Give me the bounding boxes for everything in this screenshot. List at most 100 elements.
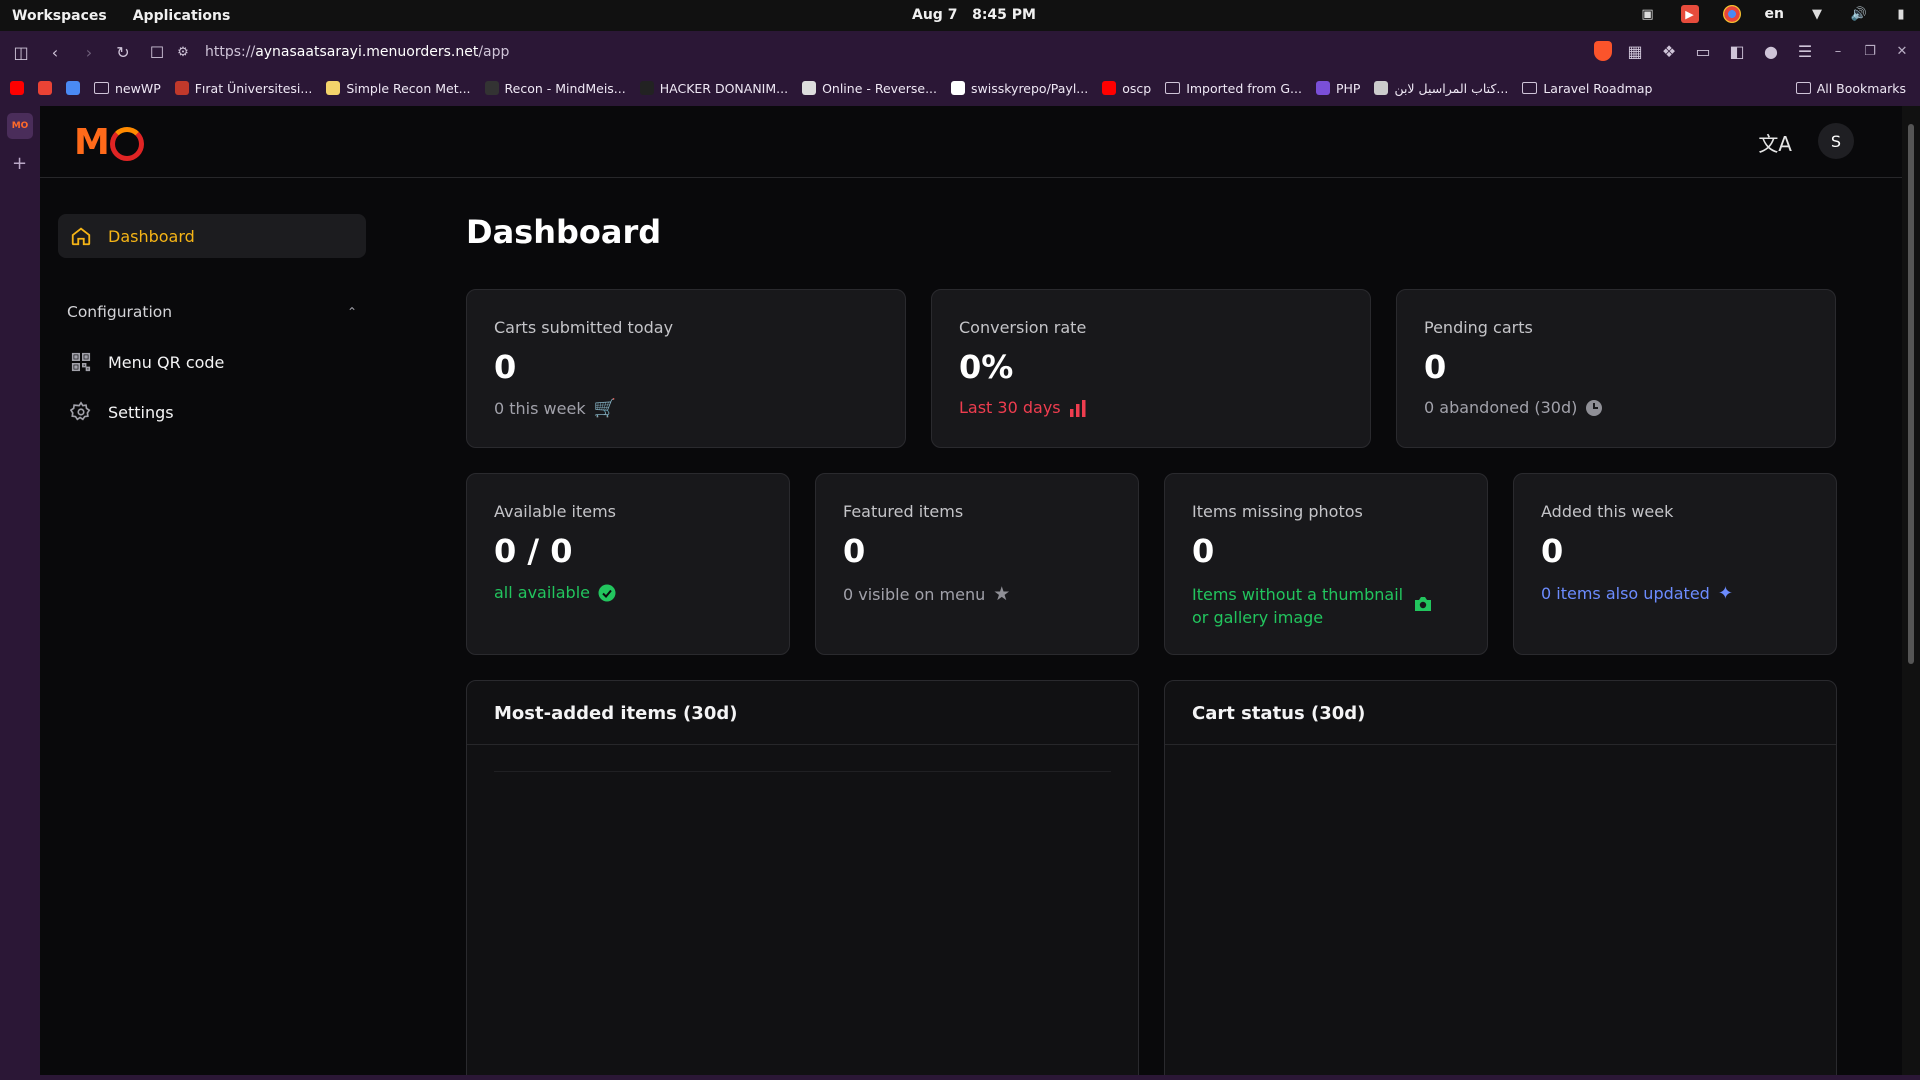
translate-icon[interactable]: 文A — [1758, 128, 1792, 157]
site-settings-icon[interactable]: ⚙ — [172, 41, 194, 63]
stat-card-conversion-rate: Conversion rate 0% Last 30 days — [931, 289, 1371, 448]
empty-table-line — [494, 771, 1111, 772]
stat-value: 0% — [959, 348, 1014, 386]
cart-icon: 🛒 — [593, 398, 617, 419]
section-label: Configuration — [67, 303, 173, 321]
stat-card-missing-photos: Items missing photos 0 Items without a t… — [1164, 473, 1488, 655]
bookmark-item[interactable]: HACKER DONANIM... — [639, 81, 788, 96]
close-icon[interactable]: ✕ — [1892, 44, 1912, 59]
clock[interactable]: Aug 7 8:45 PM — [912, 7, 1036, 23]
bookmark-icon[interactable]: ☐ — [146, 41, 168, 63]
puzzle-icon[interactable]: ❖ — [1658, 40, 1680, 62]
menu-icon[interactable]: ☰ — [1794, 40, 1816, 62]
skull-icon — [802, 81, 817, 95]
bookmark-item[interactable] — [66, 81, 80, 95]
new-tab-icon[interactable]: + — [12, 153, 27, 174]
stat-sub: all available — [494, 583, 616, 602]
minimize-icon[interactable]: – — [1828, 44, 1848, 59]
folder-icon — [1522, 82, 1538, 94]
bookmark-item[interactable]: Fırat Üniversitesi... — [174, 81, 312, 96]
panel-title: Cart status (30d) — [1192, 703, 1366, 724]
address-bar[interactable]: https://aynasaatsarayi.menuorders.net/ap… — [205, 38, 1605, 66]
bookmark-item[interactable]: كتاب المراسيل لابن... — [1374, 81, 1508, 96]
battery-icon[interactable]: ▮ — [1892, 5, 1910, 23]
scrollbar-thumb[interactable] — [1908, 124, 1914, 664]
bookmark-item[interactable]: Simple Recon Met... — [326, 81, 471, 96]
bookmark-item[interactable]: newWP — [94, 81, 161, 96]
bookmark-item[interactable]: Online - Reverse... — [802, 81, 937, 96]
chrome-icon[interactable] — [1722, 5, 1741, 23]
reload-icon[interactable]: ↻ — [112, 41, 134, 63]
bookmark-label: swisskyrepo/Payl... — [971, 80, 1089, 96]
user-avatar[interactable]: S — [1818, 123, 1854, 159]
stat-card-featured-items: Featured items 0 0 visible on menu ★ — [815, 473, 1139, 655]
bookmark-label: Laravel Roadmap — [1543, 80, 1653, 96]
page-scrollbar[interactable] — [1902, 106, 1920, 1075]
stat-sub-text: 0 abandoned (30d) — [1424, 398, 1578, 417]
bookmark-item[interactable]: oscp — [1102, 81, 1151, 96]
stat-value: 0 — [1541, 532, 1564, 570]
sidebar-item-label: Settings — [108, 402, 174, 422]
back-icon[interactable]: ‹ — [44, 41, 66, 63]
panel-title: Most-added items (30d) — [494, 703, 738, 724]
university-icon — [174, 81, 189, 95]
page-icon — [639, 81, 654, 95]
extension-icon[interactable]: ▦ — [1624, 40, 1646, 62]
youtube-icon — [10, 81, 24, 95]
folder-icon — [1165, 82, 1181, 94]
all-bookmarks[interactable]: All Bookmarks — [1795, 80, 1906, 96]
php-icon — [1315, 81, 1330, 95]
bookmark-label: كتاب المراسيل لابن... — [1394, 80, 1509, 96]
sidebar-item-menu-qr-code[interactable]: Menu QR code — [58, 340, 366, 384]
forward-icon[interactable]: › — [78, 41, 100, 63]
bookmark-item[interactable]: Laravel Roadmap — [1522, 81, 1652, 96]
date-text: Aug 7 — [912, 7, 958, 23]
check-circle-icon — [598, 584, 616, 601]
app-logo[interactable]: M — [74, 122, 144, 163]
stat-label: Featured items — [843, 502, 964, 521]
bookmark-item[interactable]: Imported from G... — [1165, 81, 1302, 96]
url-scheme: https:// — [205, 44, 256, 60]
wifi-icon[interactable]: ▼ — [1808, 5, 1826, 23]
stat-sub: 0 this week 🛒 — [494, 398, 616, 419]
bookmark-item[interactable]: PHP — [1315, 80, 1361, 96]
brave-shields-icon[interactable] — [1594, 41, 1612, 61]
restore-icon[interactable]: ❐ — [1860, 44, 1880, 59]
bookmark-label: Online - Reverse... — [822, 80, 938, 96]
tab-menuorders[interactable]: MO — [7, 113, 33, 139]
stat-sub: 0 visible on menu ★ — [843, 583, 1010, 605]
sidebar-toggle-icon[interactable]: ◫ — [10, 41, 32, 63]
volume-icon[interactable]: 🔊 — [1850, 5, 1868, 23]
applications-menu[interactable]: Applications — [133, 8, 231, 24]
bookmark-item[interactable] — [10, 81, 24, 95]
recorder-icon[interactable]: ▶ — [1680, 5, 1699, 23]
section-configuration[interactable]: Configuration ⌃ — [67, 303, 357, 321]
stat-value: 0 — [1424, 348, 1447, 386]
bookmark-label: PHP — [1335, 80, 1361, 96]
sidebar-panel-icon[interactable]: ◧ — [1726, 40, 1748, 62]
sidebar: Dashboard Configuration ⌃ Menu QR code S… — [40, 179, 370, 1075]
bookmark-item[interactable]: swisskyrepo/Payl... — [951, 81, 1088, 96]
home-icon — [71, 227, 91, 246]
github-icon — [951, 81, 966, 95]
keyboard-language[interactable]: en — [1765, 6, 1784, 22]
leo-icon[interactable]: ● — [1760, 40, 1782, 62]
sidebar-item-settings[interactable]: Settings — [58, 390, 366, 434]
screen-icon[interactable]: ▣ — [1639, 5, 1657, 23]
stat-value: 0 — [843, 532, 866, 570]
folder-icon — [94, 82, 109, 94]
page-icon — [326, 81, 341, 95]
web-page: M 文A S Dashboard Configuration ⌃ Menu QR… — [40, 106, 1902, 1075]
stat-label: Available items — [494, 502, 616, 521]
url-path: /app — [478, 44, 510, 60]
sparkles-icon: ✦ — [1717, 583, 1733, 604]
camera-icon — [1415, 597, 1431, 611]
bookmark-item[interactable]: Recon - MindMeis... — [484, 81, 626, 96]
workspaces-menu[interactable]: Workspaces — [12, 8, 107, 24]
wallet-icon[interactable]: ▭ — [1692, 40, 1714, 62]
sidebar-item-dashboard[interactable]: Dashboard — [58, 214, 366, 258]
stat-sub-text: 0 this week — [494, 399, 586, 418]
bookmark-item[interactable] — [38, 81, 52, 95]
stat-sub-text: all available — [494, 583, 590, 602]
all-bookmarks-label: All Bookmarks — [1816, 80, 1906, 96]
